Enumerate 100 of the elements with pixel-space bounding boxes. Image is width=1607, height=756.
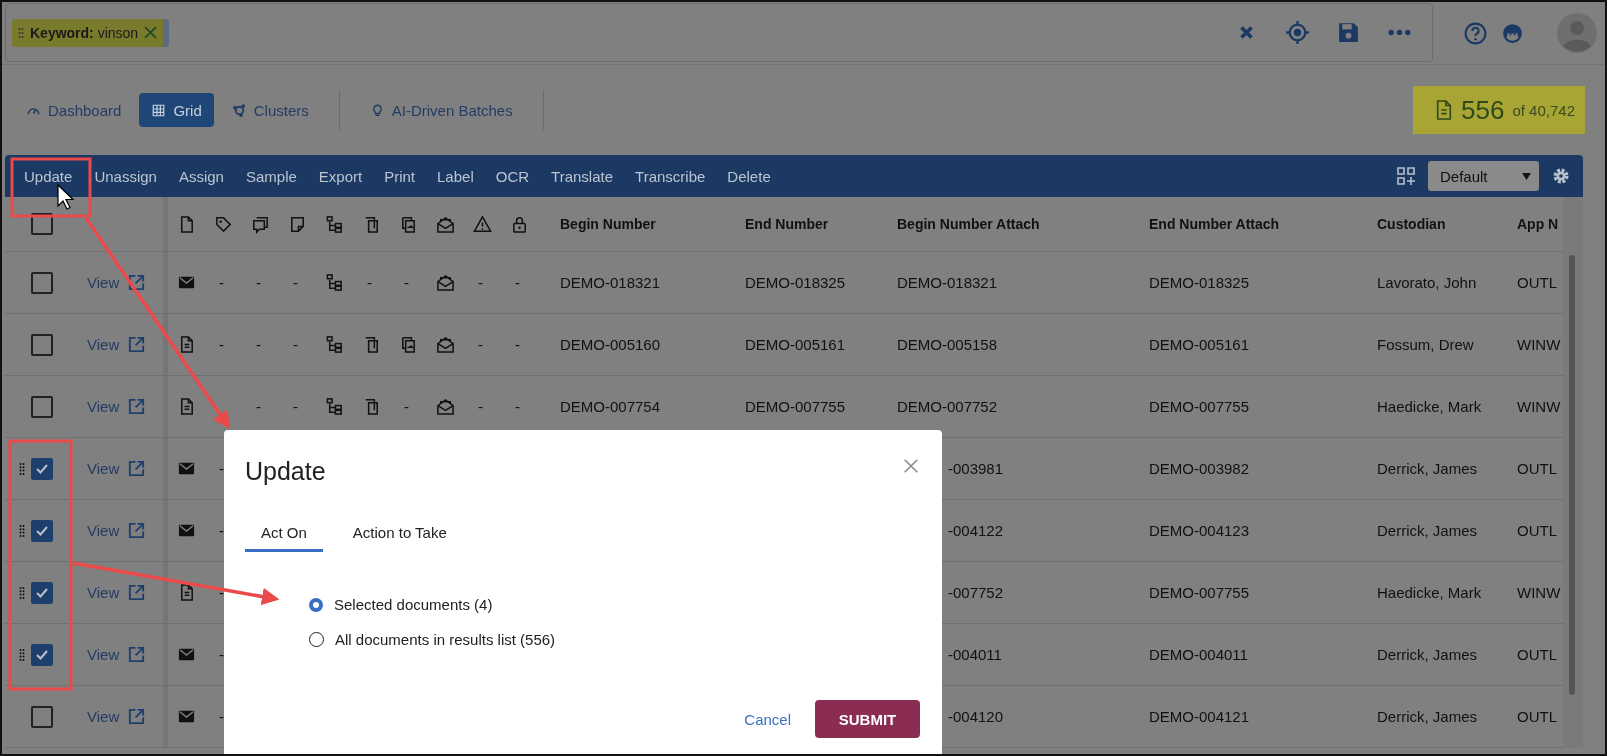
external-link-icon[interactable] <box>127 335 147 354</box>
table-cell: Derrick, James <box>1377 646 1477 663</box>
save-icon[interactable] <box>1336 20 1361 45</box>
dialog-tab[interactable]: Action to Take <box>342 518 457 552</box>
option-label[interactable]: All documents in results list (556) <box>335 631 556 648</box>
table-cell-text: - <box>515 336 521 353</box>
scrollbar[interactable] <box>1563 197 1583 748</box>
drag-handle-icon[interactable] <box>19 461 25 476</box>
table-cell: DEMO-018321 <box>897 274 998 291</box>
column-header[interactable]: Begin Number <box>560 216 656 232</box>
layout-dropdown[interactable]: Default <box>1428 161 1539 191</box>
external-link-icon[interactable] <box>127 583 147 602</box>
column-header[interactable]: End Number Attach <box>1149 216 1280 232</box>
column-header[interactable]: Begin Number Attach <box>897 216 1040 232</box>
table-cell: -004122 <box>948 522 1004 539</box>
table-cell: WINW <box>1517 336 1561 353</box>
view-tab[interactable]: Grid <box>139 93 214 127</box>
tag-icon <box>214 214 233 234</box>
table-cell: DEMO-005158 <box>897 336 998 353</box>
view-link[interactable]: View <box>87 336 120 353</box>
column-header[interactable]: App N <box>1517 216 1559 232</box>
keyword-chip[interactable]: Keyword: vinson <box>12 18 170 47</box>
external-link-icon[interactable] <box>127 459 147 478</box>
document-icon <box>1435 98 1454 122</box>
row-checkbox[interactable] <box>31 519 53 542</box>
external-link-icon[interactable] <box>127 707 147 726</box>
view-tab[interactable]: Clusters <box>219 93 321 127</box>
duplicate-icon <box>399 214 418 234</box>
external-link-icon[interactable] <box>127 521 147 540</box>
view-link[interactable]: View <box>87 398 120 415</box>
toolbar-action[interactable]: Sample <box>234 167 308 185</box>
row-checkbox[interactable] <box>31 643 53 666</box>
table-cell: Derrick, James <box>1377 522 1477 539</box>
toolbar-action[interactable]: Label <box>426 167 485 185</box>
drag-handle-icon[interactable] <box>19 585 25 600</box>
toolbar-action[interactable]: Delete <box>716 167 782 185</box>
row-checkbox[interactable] <box>31 271 53 294</box>
table-cell: DEMO-007752 <box>897 398 998 415</box>
table-cell-text: - <box>478 336 484 353</box>
table-cell: OUTL <box>1517 522 1557 539</box>
view-tab[interactable]: Dashboard <box>14 93 134 127</box>
table-cell-text: - <box>478 274 484 291</box>
external-link-icon[interactable] <box>127 273 147 292</box>
toolbar-action[interactable]: Translate <box>540 167 625 185</box>
settings-icon[interactable] <box>1551 166 1571 186</box>
search-field[interactable]: Keyword: vinson <box>5 3 1433 62</box>
drag-handle-icon[interactable] <box>19 647 25 662</box>
duplicate-icon <box>399 335 418 354</box>
close-icon[interactable] <box>902 457 920 475</box>
view-link[interactable]: View <box>87 274 120 291</box>
open-envelope-icon <box>436 397 455 416</box>
lock-icon <box>510 214 529 234</box>
column-header[interactable]: Custodian <box>1377 216 1446 232</box>
table-cell: DEMO-007755 <box>1149 584 1250 601</box>
view-link[interactable]: View <box>87 584 120 601</box>
external-link-icon[interactable] <box>127 645 147 664</box>
view-link[interactable]: View <box>87 522 120 539</box>
table-cell: DEMO-007755 <box>745 398 846 415</box>
table-cell: -003981 <box>948 460 1004 477</box>
row-checkbox[interactable] <box>31 457 53 480</box>
row-checkbox[interactable] <box>31 395 53 418</box>
external-link-icon[interactable] <box>127 397 147 416</box>
view-link[interactable]: View <box>87 460 120 477</box>
drag-handle-icon[interactable] <box>19 523 25 538</box>
view-link[interactable]: View <box>87 708 120 725</box>
table-cell: DEMO-005161 <box>1149 336 1250 353</box>
row-checkbox[interactable] <box>31 333 53 356</box>
avatar-icon[interactable] <box>1557 13 1597 53</box>
toolbar-action[interactable]: Print <box>373 167 426 185</box>
row-checkbox[interactable] <box>31 581 53 604</box>
submit-button[interactable]: SUBMIT <box>815 700 920 738</box>
hierarchy-icon <box>325 397 344 416</box>
column-header[interactable]: End Number <box>745 216 829 232</box>
option-label[interactable]: Selected documents (4) <box>334 596 493 613</box>
table-cell: DEMO-007754 <box>560 398 661 415</box>
table-cell-text: - <box>515 398 521 415</box>
select-all-checkbox[interactable] <box>31 213 53 235</box>
toolbar-action[interactable]: Assign <box>167 167 235 185</box>
toolbar-action[interactable]: OCR <box>484 167 541 185</box>
remove-icon[interactable] <box>144 26 158 39</box>
table-cell: WINW <box>1517 584 1561 601</box>
help-icon[interactable] <box>1463 20 1488 46</box>
crosshair-icon[interactable] <box>1285 20 1310 45</box>
table-cell: DEMO-004011 <box>1149 646 1248 663</box>
view-link[interactable]: View <box>87 646 120 663</box>
table-cell: Haedicke, Mark <box>1377 584 1482 601</box>
toolbar-action[interactable]: Unassign <box>83 167 168 185</box>
table-cell: DEMO-018325 <box>1149 274 1250 291</box>
dialog-tab[interactable]: Act On <box>245 518 323 552</box>
cancel-link[interactable]: Cancel <box>744 710 791 728</box>
table-cell: DEMO-007755 <box>1149 398 1250 415</box>
table-cell: Lavorato, John <box>1377 274 1477 291</box>
toolbar-action[interactable]: Transcribe <box>624 167 717 185</box>
add-widget-icon[interactable] <box>1396 166 1416 186</box>
caret-icon <box>1522 172 1531 180</box>
toolbar-action[interactable]: Export <box>307 167 374 185</box>
view-tab[interactable]: AI-Driven Batches <box>357 93 525 127</box>
radio-button[interactable] <box>309 597 323 612</box>
row-checkbox[interactable] <box>31 705 53 728</box>
toolbar-action[interactable]: Update <box>13 167 84 185</box>
